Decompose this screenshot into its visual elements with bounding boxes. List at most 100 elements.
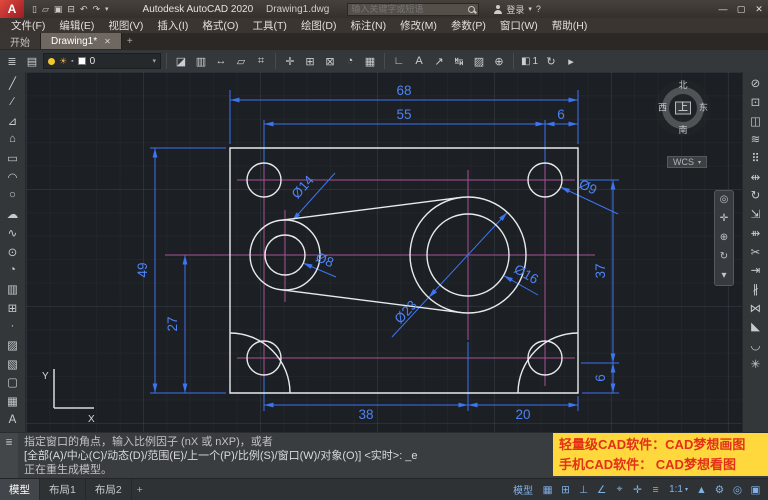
- rectangle-icon[interactable]: ▭: [2, 149, 24, 168]
- new-layout-button[interactable]: +: [132, 479, 148, 500]
- qat-menu-icon[interactable]: ▾: [105, 5, 109, 13]
- zoom-window-icon[interactable]: ⊞: [301, 52, 319, 70]
- layout-tab-layout2[interactable]: 布局2: [86, 479, 132, 500]
- compass-south[interactable]: 南: [678, 126, 687, 135]
- move-icon[interactable]: ⇹: [745, 167, 767, 186]
- leader-icon[interactable]: ↗: [430, 52, 448, 70]
- menu-window[interactable]: 窗口(W): [493, 18, 545, 33]
- workspace-gear-icon[interactable]: ⚙: [711, 481, 728, 498]
- polygon-icon[interactable]: ⌂: [2, 130, 24, 149]
- menu-insert[interactable]: 插入(I): [150, 18, 195, 33]
- measure-distance-icon[interactable]: ↔: [212, 52, 230, 70]
- redo-icon[interactable]: ↷: [92, 4, 100, 15]
- menu-view[interactable]: 视图(V): [101, 18, 150, 33]
- explode-icon[interactable]: ✳: [745, 354, 767, 373]
- user-icon[interactable]: [493, 5, 502, 14]
- annotation-visibility-icon[interactable]: ▲: [693, 481, 710, 498]
- compass-north[interactable]: 北: [678, 81, 687, 90]
- open-file-icon[interactable]: ▱: [42, 4, 49, 15]
- regen-icon[interactable]: ↻: [542, 52, 560, 70]
- extend-icon[interactable]: ⇥: [745, 261, 767, 280]
- compass-east[interactable]: 东: [699, 104, 708, 113]
- model-space-toggle[interactable]: 模型: [508, 481, 538, 498]
- layer-freeze-icon[interactable]: ☀: [59, 57, 67, 66]
- undo-icon[interactable]: ↶: [80, 4, 88, 15]
- account-caret-icon[interactable]: ▾: [528, 5, 532, 13]
- annotation-scale-control[interactable]: 1:1 ▾: [665, 484, 692, 495]
- nav-more-icon[interactable]: ▾: [721, 271, 726, 281]
- trim-icon[interactable]: ✂: [745, 242, 767, 261]
- viewport-badge[interactable]: ◧ 1: [519, 56, 540, 67]
- rotate-icon[interactable]: ↻: [745, 186, 767, 205]
- menu-dimension[interactable]: 标注(N): [344, 18, 394, 33]
- view-compass[interactable]: 北 南 西 东 上: [655, 80, 711, 136]
- maximize-button[interactable]: ▢: [732, 0, 750, 18]
- dimension-icon[interactable]: ↹: [450, 52, 468, 70]
- menu-tools[interactable]: 工具(T): [246, 18, 294, 33]
- cad-drawing[interactable]: 68 55 6 49 27 37 6 38 20 Ø14 Ø8 Ø23 Ø16 …: [30, 78, 740, 432]
- menu-help[interactable]: 帮助(H): [545, 18, 595, 33]
- polar-icon[interactable]: ∠: [593, 481, 610, 498]
- new-tab-button[interactable]: +: [122, 33, 138, 49]
- search-icon[interactable]: [468, 6, 475, 13]
- named-views-icon[interactable]: ▦: [361, 52, 379, 70]
- layer-color-swatch[interactable]: [78, 57, 86, 65]
- tab-drawing1[interactable]: Drawing1* ✕: [41, 33, 122, 49]
- nav-orbit-icon[interactable]: ↻: [720, 252, 728, 262]
- hatch-icon[interactable]: ▨: [470, 52, 488, 70]
- mirror-icon[interactable]: ◫: [745, 111, 767, 130]
- match-properties-icon[interactable]: ◪: [172, 52, 190, 70]
- help-search[interactable]: [347, 3, 479, 16]
- menu-edit[interactable]: 编辑(E): [52, 18, 101, 33]
- menu-modify[interactable]: 修改(M): [393, 18, 444, 33]
- signin-label[interactable]: 登录: [506, 3, 524, 16]
- construction-line-icon[interactable]: ∕: [2, 93, 24, 112]
- snap-icon[interactable]: ⊞: [557, 481, 574, 498]
- measure-area-icon[interactable]: ▱: [232, 52, 250, 70]
- clean-screen-icon[interactable]: ▣: [747, 481, 764, 498]
- layer-on-icon[interactable]: [48, 58, 55, 65]
- compass-west[interactable]: 西: [658, 104, 667, 113]
- copy-icon[interactable]: ⊡: [745, 93, 767, 112]
- line-tool-icon[interactable]: ╱: [2, 74, 24, 93]
- nav-pan-icon[interactable]: ✛: [720, 214, 728, 224]
- join-icon[interactable]: ⋈: [745, 298, 767, 317]
- nav-zoom-icon[interactable]: ⊕: [720, 233, 728, 243]
- app-menu-button[interactable]: A: [0, 0, 24, 18]
- erase-icon[interactable]: ⊘: [745, 74, 767, 93]
- properties-palette-icon[interactable]: ▥: [192, 52, 210, 70]
- tab-close-icon[interactable]: ✕: [104, 37, 111, 46]
- layer-properties-icon[interactable]: ≣: [3, 52, 21, 70]
- insert-block-tool-icon[interactable]: ▥: [2, 280, 24, 299]
- isolate-objects-icon[interactable]: ◎: [729, 481, 746, 498]
- layer-lock-icon[interactable]: ▪: [71, 58, 73, 65]
- gradient-icon[interactable]: ▧: [2, 354, 24, 373]
- wcs-dropdown[interactable]: WCS ▾: [667, 156, 707, 168]
- point-icon[interactable]: ∙: [2, 317, 24, 336]
- scale-icon[interactable]: ⇲: [745, 205, 767, 224]
- stretch-icon[interactable]: ⇻: [745, 224, 767, 243]
- ucs-icon[interactable]: ∟: [390, 52, 408, 70]
- draw-order-icon[interactable]: ▸: [562, 52, 580, 70]
- ellipse-icon[interactable]: ⊙: [2, 242, 24, 261]
- chamfer-icon[interactable]: ◣: [745, 317, 767, 336]
- make-block-icon[interactable]: ⊞: [2, 298, 24, 317]
- layer-states-icon[interactable]: ▤: [23, 52, 41, 70]
- otrack-icon[interactable]: ✛: [629, 481, 646, 498]
- pan-icon[interactable]: ✛: [281, 52, 299, 70]
- navigation-bar[interactable]: ◎ ✛ ⊕ ↻ ▾: [714, 190, 734, 286]
- menu-format[interactable]: 格式(O): [195, 18, 245, 33]
- hatch-tool-icon[interactable]: ▨: [2, 336, 24, 355]
- tab-start[interactable]: 开始: [0, 33, 41, 49]
- mtext-icon[interactable]: A: [2, 410, 24, 429]
- fillet-icon[interactable]: ◡: [745, 336, 767, 355]
- orbit-icon[interactable]: ◔: [341, 52, 359, 70]
- zoom-extents-icon[interactable]: ⊠: [321, 52, 339, 70]
- dimensions[interactable]: [150, 90, 619, 411]
- compass-top-face[interactable]: 上: [675, 102, 691, 115]
- spline-icon[interactable]: ∿: [2, 224, 24, 243]
- osnap-icon[interactable]: ⌖: [611, 481, 628, 498]
- layout-tab-layout1[interactable]: 布局1: [40, 479, 86, 500]
- ortho-icon[interactable]: ⊥: [575, 481, 592, 498]
- ellipse-arc-icon[interactable]: ◔: [2, 261, 24, 280]
